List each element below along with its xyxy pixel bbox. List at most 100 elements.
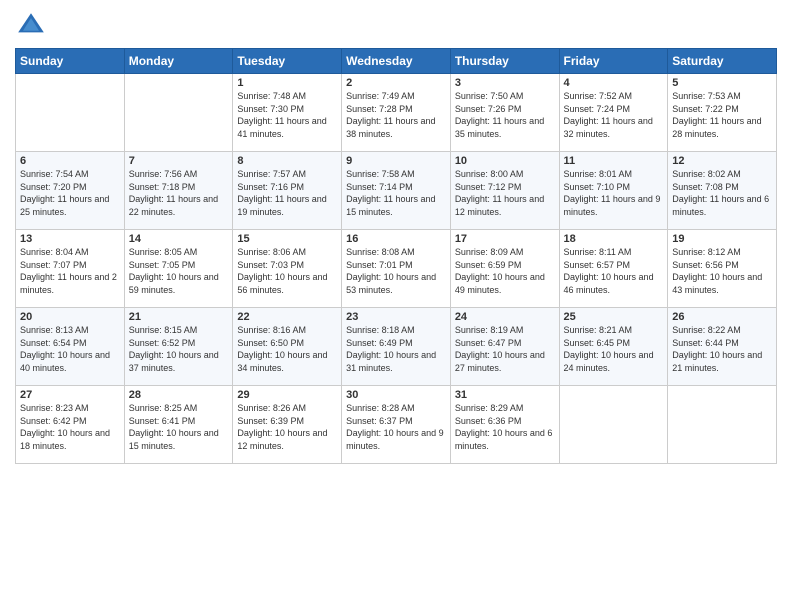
day-number: 20 (20, 311, 120, 323)
day-number: 26 (672, 311, 772, 323)
day-cell: 27Sunrise: 8:23 AM Sunset: 6:42 PM Dayli… (16, 386, 125, 464)
day-number: 8 (237, 155, 337, 167)
day-cell: 29Sunrise: 8:26 AM Sunset: 6:39 PM Dayli… (233, 386, 342, 464)
day-number: 10 (455, 155, 555, 167)
day-number: 12 (672, 155, 772, 167)
day-cell (559, 386, 668, 464)
day-cell: 12Sunrise: 8:02 AM Sunset: 7:08 PM Dayli… (668, 152, 777, 230)
day-header-friday: Friday (559, 49, 668, 74)
week-row-1: 1Sunrise: 7:48 AM Sunset: 7:30 PM Daylig… (16, 74, 777, 152)
day-info: Sunrise: 7:48 AM Sunset: 7:30 PM Dayligh… (237, 90, 337, 140)
day-number: 7 (129, 155, 229, 167)
day-info: Sunrise: 8:09 AM Sunset: 6:59 PM Dayligh… (455, 246, 555, 296)
day-cell: 5Sunrise: 7:53 AM Sunset: 7:22 PM Daylig… (668, 74, 777, 152)
day-info: Sunrise: 8:29 AM Sunset: 6:36 PM Dayligh… (455, 402, 555, 452)
day-number: 9 (346, 155, 446, 167)
day-info: Sunrise: 7:54 AM Sunset: 7:20 PM Dayligh… (20, 168, 120, 218)
day-cell (668, 386, 777, 464)
day-info: Sunrise: 8:13 AM Sunset: 6:54 PM Dayligh… (20, 324, 120, 374)
day-number: 15 (237, 233, 337, 245)
day-info: Sunrise: 8:26 AM Sunset: 6:39 PM Dayligh… (237, 402, 337, 452)
day-cell: 30Sunrise: 8:28 AM Sunset: 6:37 PM Dayli… (342, 386, 451, 464)
day-header-saturday: Saturday (668, 49, 777, 74)
day-number: 1 (237, 77, 337, 89)
day-info: Sunrise: 8:15 AM Sunset: 6:52 PM Dayligh… (129, 324, 229, 374)
day-info: Sunrise: 7:56 AM Sunset: 7:18 PM Dayligh… (129, 168, 229, 218)
day-info: Sunrise: 8:01 AM Sunset: 7:10 PM Dayligh… (564, 168, 664, 218)
logo-icon (15, 10, 47, 42)
day-number: 5 (672, 77, 772, 89)
day-number: 16 (346, 233, 446, 245)
day-number: 14 (129, 233, 229, 245)
day-number: 18 (564, 233, 664, 245)
day-info: Sunrise: 8:02 AM Sunset: 7:08 PM Dayligh… (672, 168, 772, 218)
day-cell (16, 74, 125, 152)
day-number: 21 (129, 311, 229, 323)
day-cell: 1Sunrise: 7:48 AM Sunset: 7:30 PM Daylig… (233, 74, 342, 152)
week-row-3: 13Sunrise: 8:04 AM Sunset: 7:07 PM Dayli… (16, 230, 777, 308)
day-cell: 7Sunrise: 7:56 AM Sunset: 7:18 PM Daylig… (124, 152, 233, 230)
day-info: Sunrise: 8:18 AM Sunset: 6:49 PM Dayligh… (346, 324, 446, 374)
day-cell: 16Sunrise: 8:08 AM Sunset: 7:01 PM Dayli… (342, 230, 451, 308)
day-number: 2 (346, 77, 446, 89)
day-cell: 18Sunrise: 8:11 AM Sunset: 6:57 PM Dayli… (559, 230, 668, 308)
day-info: Sunrise: 8:16 AM Sunset: 6:50 PM Dayligh… (237, 324, 337, 374)
day-header-sunday: Sunday (16, 49, 125, 74)
day-info: Sunrise: 8:08 AM Sunset: 7:01 PM Dayligh… (346, 246, 446, 296)
day-info: Sunrise: 7:57 AM Sunset: 7:16 PM Dayligh… (237, 168, 337, 218)
day-cell: 10Sunrise: 8:00 AM Sunset: 7:12 PM Dayli… (450, 152, 559, 230)
day-cell: 22Sunrise: 8:16 AM Sunset: 6:50 PM Dayli… (233, 308, 342, 386)
day-info: Sunrise: 7:58 AM Sunset: 7:14 PM Dayligh… (346, 168, 446, 218)
day-info: Sunrise: 7:53 AM Sunset: 7:22 PM Dayligh… (672, 90, 772, 140)
calendar-table: SundayMondayTuesdayWednesdayThursdayFrid… (15, 48, 777, 464)
day-number: 4 (564, 77, 664, 89)
day-info: Sunrise: 8:04 AM Sunset: 7:07 PM Dayligh… (20, 246, 120, 296)
day-info: Sunrise: 8:19 AM Sunset: 6:47 PM Dayligh… (455, 324, 555, 374)
day-cell: 3Sunrise: 7:50 AM Sunset: 7:26 PM Daylig… (450, 74, 559, 152)
day-info: Sunrise: 8:00 AM Sunset: 7:12 PM Dayligh… (455, 168, 555, 218)
day-header-tuesday: Tuesday (233, 49, 342, 74)
day-cell: 28Sunrise: 8:25 AM Sunset: 6:41 PM Dayli… (124, 386, 233, 464)
day-info: Sunrise: 8:28 AM Sunset: 6:37 PM Dayligh… (346, 402, 446, 452)
day-cell: 4Sunrise: 7:52 AM Sunset: 7:24 PM Daylig… (559, 74, 668, 152)
day-number: 30 (346, 389, 446, 401)
day-info: Sunrise: 8:05 AM Sunset: 7:05 PM Dayligh… (129, 246, 229, 296)
day-cell: 8Sunrise: 7:57 AM Sunset: 7:16 PM Daylig… (233, 152, 342, 230)
calendar-page: SundayMondayTuesdayWednesdayThursdayFrid… (0, 0, 792, 612)
day-number: 23 (346, 311, 446, 323)
day-cell: 23Sunrise: 8:18 AM Sunset: 6:49 PM Dayli… (342, 308, 451, 386)
day-info: Sunrise: 8:25 AM Sunset: 6:41 PM Dayligh… (129, 402, 229, 452)
day-cell: 31Sunrise: 8:29 AM Sunset: 6:36 PM Dayli… (450, 386, 559, 464)
day-info: Sunrise: 8:12 AM Sunset: 6:56 PM Dayligh… (672, 246, 772, 296)
header-row: SundayMondayTuesdayWednesdayThursdayFrid… (16, 49, 777, 74)
day-cell: 24Sunrise: 8:19 AM Sunset: 6:47 PM Dayli… (450, 308, 559, 386)
day-info: Sunrise: 8:22 AM Sunset: 6:44 PM Dayligh… (672, 324, 772, 374)
day-number: 22 (237, 311, 337, 323)
day-number: 29 (237, 389, 337, 401)
day-cell: 21Sunrise: 8:15 AM Sunset: 6:52 PM Dayli… (124, 308, 233, 386)
day-cell: 25Sunrise: 8:21 AM Sunset: 6:45 PM Dayli… (559, 308, 668, 386)
day-header-wednesday: Wednesday (342, 49, 451, 74)
day-cell: 15Sunrise: 8:06 AM Sunset: 7:03 PM Dayli… (233, 230, 342, 308)
day-info: Sunrise: 8:23 AM Sunset: 6:42 PM Dayligh… (20, 402, 120, 452)
day-cell: 17Sunrise: 8:09 AM Sunset: 6:59 PM Dayli… (450, 230, 559, 308)
logo (15, 10, 51, 42)
week-row-2: 6Sunrise: 7:54 AM Sunset: 7:20 PM Daylig… (16, 152, 777, 230)
day-number: 28 (129, 389, 229, 401)
day-cell: 13Sunrise: 8:04 AM Sunset: 7:07 PM Dayli… (16, 230, 125, 308)
day-cell: 6Sunrise: 7:54 AM Sunset: 7:20 PM Daylig… (16, 152, 125, 230)
day-number: 31 (455, 389, 555, 401)
day-cell: 11Sunrise: 8:01 AM Sunset: 7:10 PM Dayli… (559, 152, 668, 230)
day-cell: 14Sunrise: 8:05 AM Sunset: 7:05 PM Dayli… (124, 230, 233, 308)
day-number: 3 (455, 77, 555, 89)
day-info: Sunrise: 8:06 AM Sunset: 7:03 PM Dayligh… (237, 246, 337, 296)
day-cell: 19Sunrise: 8:12 AM Sunset: 6:56 PM Dayli… (668, 230, 777, 308)
week-row-4: 20Sunrise: 8:13 AM Sunset: 6:54 PM Dayli… (16, 308, 777, 386)
day-cell: 20Sunrise: 8:13 AM Sunset: 6:54 PM Dayli… (16, 308, 125, 386)
day-info: Sunrise: 7:49 AM Sunset: 7:28 PM Dayligh… (346, 90, 446, 140)
day-header-monday: Monday (124, 49, 233, 74)
day-cell: 9Sunrise: 7:58 AM Sunset: 7:14 PM Daylig… (342, 152, 451, 230)
day-number: 11 (564, 155, 664, 167)
day-number: 13 (20, 233, 120, 245)
day-number: 25 (564, 311, 664, 323)
